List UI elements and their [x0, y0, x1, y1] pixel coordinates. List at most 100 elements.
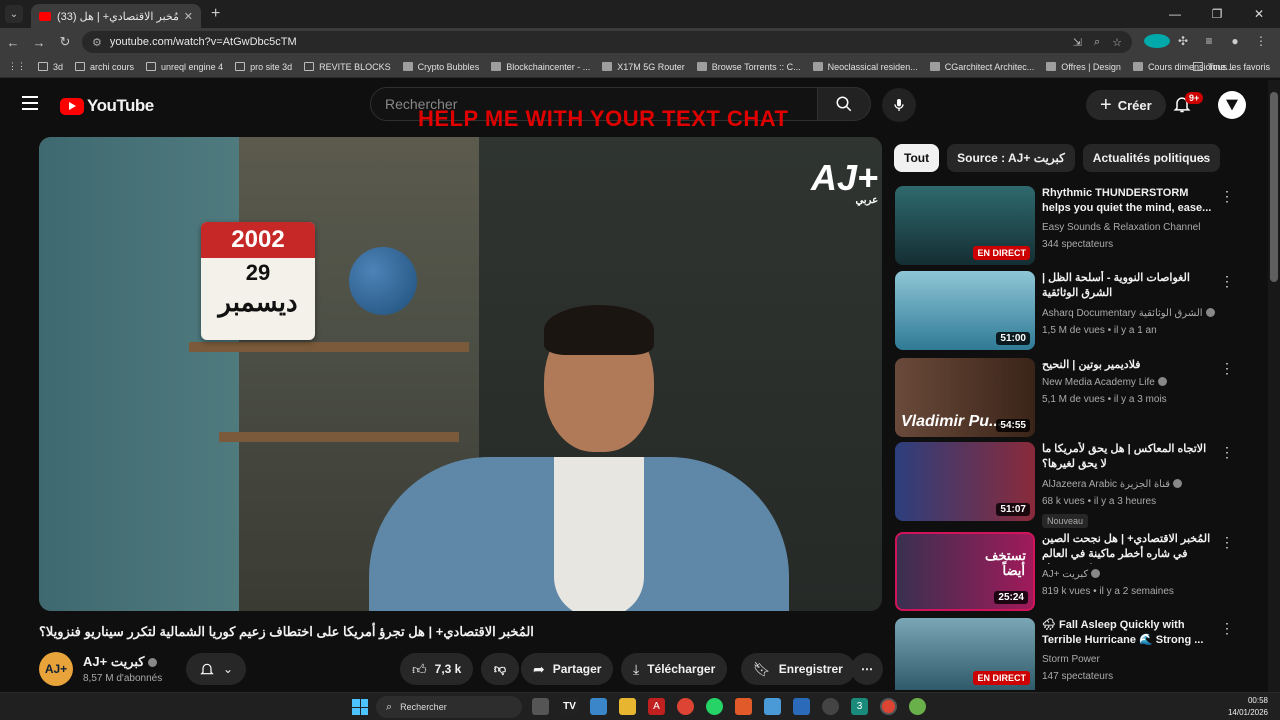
- page-scrollbar[interactable]: [1268, 80, 1280, 692]
- recommendation-item[interactable]: EN DIRECT 🌧 Fall Asleep Quickly with Ter…: [895, 618, 1234, 690]
- store-icon[interactable]: [590, 698, 607, 715]
- photos-icon[interactable]: [764, 698, 781, 715]
- video-thumbnail[interactable]: Vladimir Pu... 54:55: [895, 358, 1035, 437]
- app-icon[interactable]: [793, 698, 810, 715]
- account-avatar[interactable]: [1218, 91, 1246, 119]
- rec-channel[interactable]: AlJazeera Arabic قناة الجزيرة: [1042, 479, 1183, 490]
- video-thumbnail[interactable]: 51:07: [895, 442, 1035, 521]
- reading-list-icon[interactable]: ≡: [1196, 34, 1222, 51]
- bookmark-item[interactable]: X17M 5G Router: [602, 62, 685, 72]
- install-app-icon[interactable]: ⇲: [1073, 36, 1082, 49]
- windows-start-icon[interactable]: [352, 699, 368, 715]
- app-icon[interactable]: [909, 698, 926, 715]
- create-button[interactable]: + Créer: [1086, 90, 1166, 120]
- address-bar[interactable]: ⚙ youtube.com/watch?v=AtGwDbc5cTM ⇲ ⌕ ☆: [82, 31, 1132, 53]
- chrome-active-icon[interactable]: [880, 698, 897, 715]
- scrollbar-thumb[interactable]: [1270, 92, 1278, 282]
- save-button[interactable]: 🔖︎ Enregistrer: [741, 653, 855, 685]
- rec-title[interactable]: فلاديمير بوتين | النحيح: [1042, 358, 1214, 373]
- channel-avatar[interactable]: AJ+: [39, 652, 73, 686]
- tab-search-button[interactable]: ⌄: [5, 5, 23, 23]
- recommendation-item[interactable]: 51:00 الغواصات النووية - أسلحة الظل | ال…: [895, 271, 1234, 351]
- rec-channel[interactable]: AJ+ كبريت: [1042, 569, 1101, 580]
- rec-channel[interactable]: Asharq Documentary الشرق الوثائقية: [1042, 308, 1215, 319]
- extensions-puzzle-icon[interactable]: ✣: [1170, 34, 1196, 51]
- chip-all[interactable]: Tout: [894, 144, 940, 172]
- back-icon[interactable]: ←: [0, 35, 26, 50]
- rec-channel[interactable]: Storm Power: [1042, 654, 1100, 665]
- more-vertical-icon[interactable]: ⋮: [1220, 444, 1234, 461]
- profile-avatar-icon[interactable]: ●: [1222, 34, 1248, 51]
- settings-icon[interactable]: [822, 698, 839, 715]
- like-button[interactable]: 👍︎ 7,3 k: [400, 653, 474, 685]
- more-vertical-icon[interactable]: ⋮: [1220, 360, 1234, 377]
- dislike-button[interactable]: 👎︎: [481, 653, 519, 685]
- menu-hamburger-icon[interactable]: [22, 96, 38, 114]
- browser-tab-active[interactable]: (33) المُخبر الاقتصادي+ | هل ... ✕: [31, 4, 201, 28]
- bookmark-item[interactable]: Crypto Bubbles: [402, 62, 479, 72]
- chip-source[interactable]: Source : AJ+ كبريت: [947, 144, 1075, 172]
- video-player[interactable]: 2002 29 ديسمبر AJ+ عربي: [39, 137, 882, 611]
- bookmark-item[interactable]: CGarchitect Architec...: [929, 62, 1034, 72]
- acrobat-icon[interactable]: A: [648, 698, 665, 715]
- rec-title[interactable]: الاتجاه المعاكس | هل يحق لأمريكا ما لا ي…: [1042, 442, 1214, 472]
- rec-title[interactable]: الغواصات النووية - أسلحة الظل | الشرق ال…: [1042, 271, 1214, 301]
- rec-channel[interactable]: New Media Academy Life: [1042, 377, 1167, 388]
- task-view-icon[interactable]: [532, 698, 549, 715]
- reload-icon[interactable]: ↻: [52, 34, 78, 50]
- video-thumbnail[interactable]: EN DIRECT: [895, 186, 1035, 265]
- bookmark-item[interactable]: archi cours: [75, 62, 134, 72]
- voice-search-button[interactable]: [882, 88, 916, 122]
- video-thumbnail[interactable]: EN DIRECT: [895, 618, 1035, 690]
- chrome-icon[interactable]: [677, 698, 694, 715]
- restore-icon[interactable]: ❐: [1196, 0, 1238, 28]
- more-vertical-icon[interactable]: ⋮: [1220, 188, 1234, 205]
- app-3-icon[interactable]: 3: [851, 698, 868, 715]
- bookmark-item[interactable]: Offres | Design: [1046, 62, 1121, 72]
- extension-icon[interactable]: [1144, 33, 1170, 51]
- tradingview-icon[interactable]: TV: [561, 698, 578, 715]
- recommendation-item[interactable]: 51:07 الاتجاه المعاكس | هل يحق لأمريكا م…: [895, 442, 1234, 528]
- rec-channel[interactable]: Easy Sounds & Relaxation Channel: [1042, 222, 1200, 233]
- bookmark-item[interactable]: unreql engine 4: [146, 62, 223, 72]
- app-icon[interactable]: [735, 698, 752, 715]
- whatsapp-icon[interactable]: [706, 698, 723, 715]
- bookmark-item[interactable]: Neoclassical residen...: [812, 62, 918, 72]
- new-tab-button[interactable]: +: [211, 5, 220, 23]
- minimize-icon[interactable]: —: [1154, 0, 1196, 28]
- recommendation-item[interactable]: Vladimir Pu... 54:55 فلاديمير بوتين | ال…: [895, 358, 1234, 438]
- bookmark-item[interactable]: 3d: [38, 62, 63, 72]
- download-button[interactable]: ⤓ Télécharger: [621, 653, 728, 685]
- all-bookmarks[interactable]: Tous les favoris: [1192, 62, 1270, 72]
- more-vertical-icon[interactable]: ⋮: [1220, 273, 1234, 290]
- more-actions-button[interactable]: ⋯: [851, 653, 883, 685]
- youtube-logo[interactable]: YouTube: [60, 96, 154, 116]
- zoom-icon[interactable]: ⌕: [1094, 36, 1100, 49]
- video-thumbnail[interactable]: تستخف أيضاً 25:24: [895, 532, 1035, 611]
- chevron-right-icon[interactable]: ›: [1200, 150, 1205, 166]
- more-vertical-icon[interactable]: ⋮: [1220, 534, 1234, 551]
- site-info-icon[interactable]: ⚙: [92, 36, 102, 49]
- search-button[interactable]: [817, 87, 871, 121]
- recommendation-item[interactable]: EN DIRECT Rhythmic THUNDERSTORM helps yo…: [895, 186, 1234, 266]
- forward-icon[interactable]: →: [26, 35, 52, 50]
- system-clock[interactable]: 00:58 14/01/2026: [1208, 695, 1268, 719]
- rec-title[interactable]: Rhythmic THUNDERSTORM helps you quiet th…: [1042, 186, 1214, 216]
- rec-title[interactable]: المُخبر الاقتصادي+ | هل نجحت الصين في شا…: [1042, 532, 1214, 564]
- bookmark-item[interactable]: Browse Torrents :: C...: [696, 62, 801, 72]
- channel-name[interactable]: AJ+ كبريت: [83, 654, 157, 670]
- browser-menu-icon[interactable]: ⋮: [1248, 34, 1274, 51]
- taskbar-search[interactable]: ⌕ Rechercher: [376, 696, 522, 718]
- bookmark-item[interactable]: pro site 3d: [235, 62, 292, 72]
- bookmark-star-icon[interactable]: ☆: [1112, 36, 1122, 49]
- close-tab-icon[interactable]: ✕: [184, 10, 193, 23]
- apps-grid-icon[interactable]: ⋮⋮: [8, 61, 26, 72]
- share-button[interactable]: ➦ Partager: [521, 653, 614, 685]
- bookmark-item[interactable]: Blockchaincenter - ...: [491, 62, 590, 72]
- recommendation-item[interactable]: تستخف أيضاً 25:24 المُخبر الاقتصادي+ | ه…: [895, 532, 1234, 612]
- subscription-bell-button[interactable]: ⌄: [186, 653, 246, 685]
- bookmark-item[interactable]: REVITE BLOCKS: [304, 62, 391, 72]
- video-thumbnail[interactable]: 51:00: [895, 271, 1035, 350]
- file-explorer-icon[interactable]: [619, 698, 636, 715]
- close-window-icon[interactable]: ✕: [1238, 0, 1280, 28]
